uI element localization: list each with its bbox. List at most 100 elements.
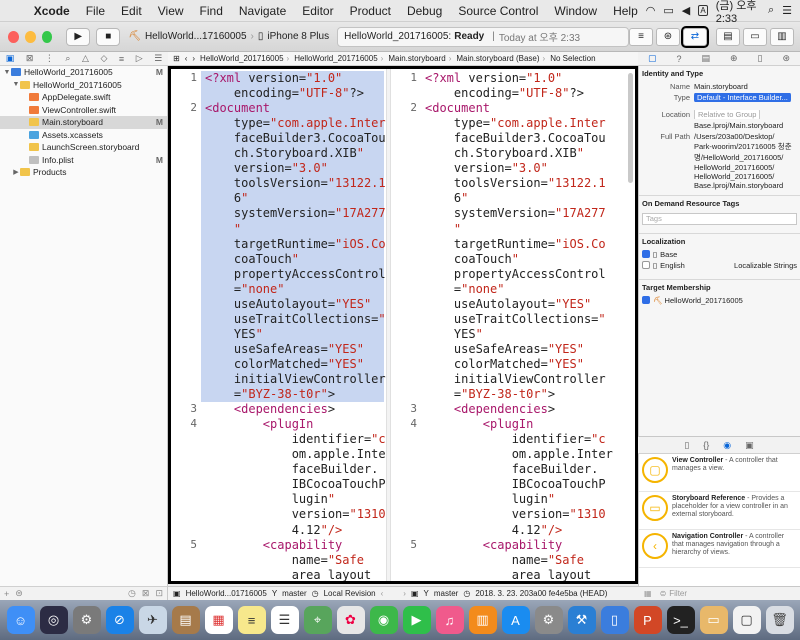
code-line[interactable]: type="com.apple.Inter — [205, 116, 386, 130]
menu-help[interactable]: Help — [605, 4, 646, 18]
test-navigator-icon[interactable]: ◇ — [100, 53, 107, 64]
scm-status-icon[interactable]: ⊡ — [155, 588, 163, 599]
code-line[interactable]: 4.12"/> — [205, 523, 343, 537]
photos-icon[interactable]: ✿ — [336, 606, 365, 634]
code-line[interactable]: ch.Storyboard.XIB" — [425, 146, 584, 160]
code-line[interactable]: faceBuilder3.CocoaTou — [425, 131, 606, 145]
code-line[interactable]: om.apple.Inter — [205, 447, 386, 461]
zoom-window-button[interactable] — [41, 30, 53, 43]
connections-inspector-icon[interactable]: ⊛ — [782, 53, 790, 64]
disclosure-open-icon[interactable]: ▼ — [12, 81, 20, 88]
input-source-indicator[interactable]: A — [698, 5, 708, 16]
system-preferences-icon[interactable]: ⚙ — [534, 606, 563, 634]
comparison-editor[interactable]: 1 <?xml version="1.0" encoding="UTF-8"?> 2… — [168, 66, 638, 584]
code-line[interactable]: <dependencies> — [425, 402, 555, 416]
code-line[interactable]: <document — [205, 101, 270, 115]
navigator-item[interactable]: Assets.xcassets — [0, 129, 167, 142]
loc-english-checkbox[interactable] — [642, 261, 650, 269]
code-line[interactable]: identifier="c — [425, 432, 606, 446]
code-line[interactable]: name="Safe — [425, 553, 584, 567]
code-line[interactable]: ="none" — [205, 282, 285, 296]
code-line[interactable]: ="BYZ-38-t0r"> — [205, 387, 335, 401]
simulator-icon[interactable]: ▯ — [600, 606, 629, 634]
itunes-icon[interactable]: ♫ — [435, 606, 464, 634]
code-line[interactable]: colorMatched="YES" — [425, 357, 584, 371]
code-line[interactable]: colorMatched="YES" — [205, 357, 364, 371]
footer-right-revision[interactable]: 2018. 3. 23. 203a00 fe4e5ba (HEAD) — [475, 589, 607, 598]
navigator-item[interactable]: ▼ HelloWorld_201716005 — [0, 79, 167, 92]
navigator-item[interactable]: ▶ Products — [0, 166, 167, 179]
launchpad-icon[interactable]: ⚙ — [72, 606, 101, 634]
breadcrumb-selection[interactable]: No Selection — [550, 54, 595, 63]
code-line[interactable]: YES" — [205, 327, 263, 341]
code-line[interactable]: encoding="UTF-8"?> — [425, 86, 584, 100]
footer-left-revision[interactable]: Local Revision — [324, 589, 376, 598]
code-line[interactable]: useSafeAreas="YES" — [205, 342, 364, 356]
safari-icon[interactable]: ⊘ — [105, 606, 134, 634]
trash-icon[interactable]: 🗑 — [765, 606, 794, 634]
toggle-navigator-button[interactable]: ▤ — [716, 27, 740, 46]
wifi-icon[interactable]: ◠ — [646, 4, 656, 17]
code-snippet-icon[interactable]: {} — [703, 440, 709, 450]
library-item[interactable]: ▭ Storyboard Reference - Provides a place… — [639, 492, 800, 530]
footer-left-target[interactable]: HelloWorld...01716005 — [186, 589, 267, 598]
menu-navigate[interactable]: Navigate — [231, 4, 294, 18]
code-line[interactable]: IBCocoaTouchP — [425, 477, 606, 491]
airplay-icon[interactable]: ▭ — [663, 4, 673, 17]
xcode-icon[interactable]: ⚒ — [567, 606, 596, 634]
code-line[interactable]: targetRuntime="iOS.Co — [425, 237, 606, 251]
standard-editor-button[interactable]: ≡ — [629, 27, 653, 46]
powerpoint-icon[interactable]: P — [633, 606, 662, 634]
project-navigator-icon[interactable]: ▣ — [6, 53, 15, 64]
filter-input[interactable]: Filter — [669, 589, 687, 598]
code-line[interactable]: area layout — [205, 568, 371, 581]
code-line[interactable]: ch.Storyboard.XIB" — [205, 146, 364, 160]
find-navigator-icon[interactable]: ⌕ — [65, 53, 70, 64]
breadcrumb-file[interactable]: Main.storyboard — [388, 54, 445, 63]
code-line[interactable]: faceBuilder3.CocoaTouc — [205, 131, 386, 145]
forward-icon[interactable]: › — [403, 589, 406, 598]
ibooks-icon[interactable]: ▥ — [468, 606, 497, 634]
notification-center-icon[interactable]: ☰ — [782, 4, 792, 17]
navigator-item[interactable]: Main.storyboard M — [0, 116, 167, 129]
menu-app-name[interactable]: Xcode — [26, 4, 78, 18]
breadcrumb-project[interactable]: HelloWorld_201716005 — [200, 54, 283, 63]
toggle-utilities-button[interactable]: ▥ — [770, 27, 794, 46]
code-line[interactable]: systemVersion="17A277 — [205, 206, 386, 220]
code-line[interactable]: targetRuntime="iOS.Co — [205, 237, 386, 251]
navigator-item[interactable]: ViewController.swift — [0, 104, 167, 117]
version-editor-button[interactable]: ⇄ — [681, 25, 709, 48]
toggle-debug-area-button[interactable]: ▭ — [743, 27, 767, 46]
head-revision-pane[interactable]: 1 <?xml version="1.0" encoding="UTF-8"?> 2… — [391, 69, 631, 581]
facetime-icon[interactable]: ▶ — [402, 606, 431, 634]
forward-icon[interactable]: › — [192, 54, 195, 63]
issue-navigator-icon[interactable]: △ — [82, 53, 89, 64]
library-item[interactable]: ‹ Navigation Controller - A controller th… — [639, 530, 800, 568]
navigator-item[interactable]: AppDelegate.swift — [0, 91, 167, 104]
contacts-icon[interactable]: ▤ — [171, 606, 200, 634]
vertical-scrollbar[interactable] — [628, 73, 633, 183]
footer-left-branch[interactable]: master — [282, 589, 306, 598]
code-line[interactable]: <document — [425, 101, 490, 115]
assistant-editor-button[interactable]: ⊛ — [656, 27, 680, 46]
code-line[interactable]: systemVersion="17A277 — [425, 206, 606, 220]
code-line[interactable]: version="3.0" — [425, 161, 548, 175]
recent-files-icon[interactable]: ◷ — [128, 588, 136, 599]
messages-icon[interactable]: ◉ — [369, 606, 398, 634]
menu-view[interactable]: View — [150, 4, 192, 18]
code-line[interactable]: toolsVersion="13122.1 — [425, 176, 606, 190]
code-line[interactable]: faceBuilder. — [425, 462, 599, 476]
source-control-navigator-icon[interactable]: ⊠ — [26, 53, 34, 64]
volume-icon[interactable]: ◀ — [682, 4, 690, 17]
code-line[interactable]: <?xml version="1.0" — [425, 71, 562, 85]
stop-button[interactable]: ■ — [96, 27, 121, 46]
app-store-icon[interactable]: A — [501, 606, 530, 634]
breadcrumb-base[interactable]: Main.storyboard (Base) — [456, 54, 539, 63]
terminal-icon[interactable]: >_ — [666, 606, 695, 634]
menu-editor[interactable]: Editor — [294, 4, 341, 18]
spotlight-icon[interactable]: ⌕ — [768, 4, 774, 17]
documents-stack-icon[interactable]: ▢ — [732, 606, 761, 634]
back-icon[interactable]: ‹ — [185, 54, 188, 63]
disclosure-open-icon[interactable]: ▼ — [3, 69, 11, 76]
code-line[interactable]: toolsVersion="13122.1 — [205, 176, 386, 190]
